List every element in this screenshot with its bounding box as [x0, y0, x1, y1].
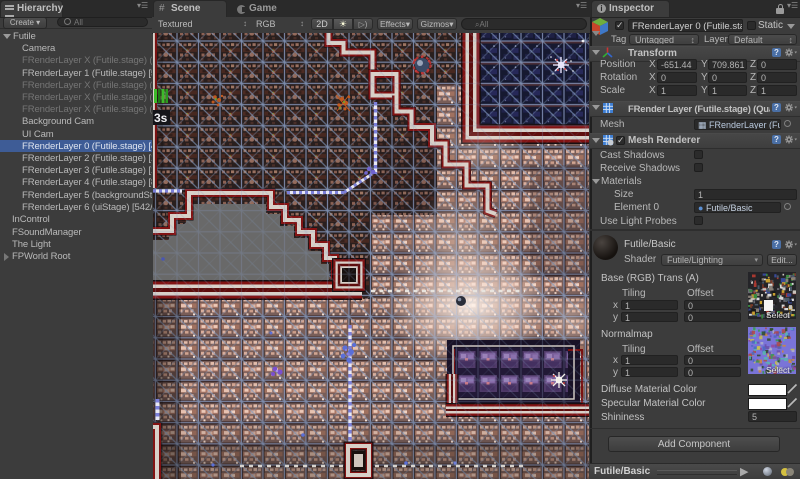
svg-text:3s: 3s	[154, 111, 168, 125]
